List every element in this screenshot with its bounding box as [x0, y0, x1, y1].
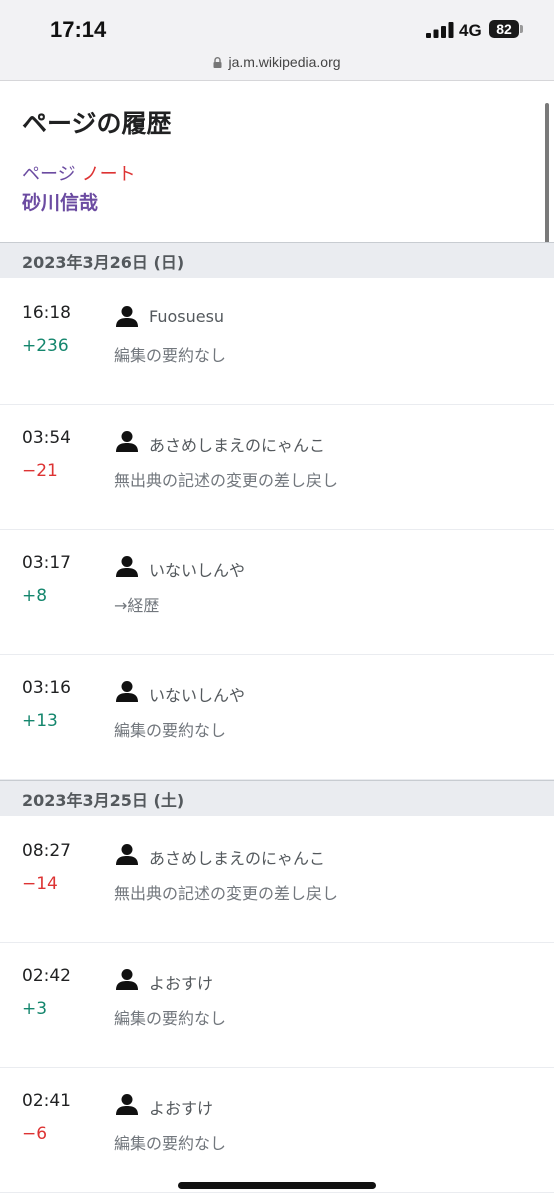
entry-summary: 無出典の記述の変更の差し戻し: [114, 471, 339, 490]
user-icon: [116, 680, 138, 702]
battery-icon: 82: [489, 20, 519, 38]
article-link[interactable]: 砂川信哉: [22, 188, 98, 215]
entry-byte-delta: −14: [22, 874, 58, 894]
history-entry[interactable]: 16:18 +236 Fuosuesu 編集の要約なし: [0, 280, 554, 405]
status-bar: 17:14 4G 82 ja.m.wikipedia.org: [0, 0, 554, 81]
entry-summary: 編集の要約なし: [114, 1134, 227, 1153]
entry-user[interactable]: あさめしまえのにゃんこ: [149, 845, 325, 869]
url-text: ja.m.wikipedia.org: [228, 54, 341, 70]
history-entry[interactable]: 03:16 +13 いないしんや編集の要約なし: [0, 655, 554, 780]
date-header: 2023年3月26日 (日): [0, 242, 554, 278]
status-time: 17:14: [50, 17, 107, 42]
battery-nub: [520, 25, 523, 33]
entry-summary: 編集の要約なし: [114, 721, 227, 740]
entry-user[interactable]: よおすけ: [149, 1095, 213, 1119]
address-bar[interactable]: ja.m.wikipedia.org: [0, 50, 554, 74]
entry-user[interactable]: あさめしまえのにゃんこ: [149, 432, 325, 456]
entry-byte-delta: +13: [22, 711, 58, 731]
home-indicator[interactable]: [178, 1182, 376, 1189]
entry-time[interactable]: 03:17: [22, 553, 71, 573]
date-header: 2023年3月25日 (土): [0, 780, 554, 816]
entry-byte-delta: −6: [22, 1124, 48, 1144]
tab-talk[interactable]: ノート: [82, 164, 136, 185]
history-entry[interactable]: 02:42 +3 よおすけ編集の要約なし: [0, 943, 554, 1068]
entry-byte-delta: +3: [22, 999, 48, 1019]
user-icon: [116, 1093, 138, 1115]
user-icon: [116, 555, 138, 577]
entry-time[interactable]: 02:41: [22, 1091, 71, 1111]
entry-user[interactable]: いないしんや: [149, 682, 245, 706]
entry-time[interactable]: 02:42: [22, 966, 71, 986]
entry-time[interactable]: 03:54: [22, 428, 71, 448]
entry-byte-delta: +8: [22, 586, 48, 606]
user-icon: [116, 430, 138, 452]
entry-user[interactable]: よおすけ: [149, 970, 213, 994]
entry-summary: 編集の要約なし: [114, 1009, 227, 1028]
user-icon: [116, 968, 138, 990]
entry-time[interactable]: 08:27: [22, 841, 71, 861]
tab-page[interactable]: ページ: [22, 164, 76, 185]
lock-icon: [213, 56, 222, 68]
entry-summary: 無出典の記述の変更の差し戻し: [114, 884, 339, 903]
entry-user[interactable]: Fuosuesu: [149, 307, 224, 326]
user-icon: [116, 843, 138, 865]
history-entry[interactable]: 03:54 −21 あさめしまえのにゃんこ無出典の記述の変更の差し戻し: [0, 405, 554, 530]
entry-user[interactable]: いないしんや: [149, 557, 245, 581]
page-tabs: ページ ノート: [22, 160, 136, 186]
history-entry[interactable]: 02:41 −6 よおすけ編集の要約なし: [0, 1068, 554, 1193]
page-title: ページの履歴: [22, 109, 172, 138]
entry-time[interactable]: 16:18: [22, 303, 71, 323]
history-entry[interactable]: 08:27 −14 あさめしまえのにゃんこ無出典の記述の変更の差し戻し: [0, 818, 554, 943]
entry-byte-delta: +236: [22, 336, 69, 356]
history-entry[interactable]: 03:17 +8 いないしんや →経歴: [0, 530, 554, 655]
entry-summary: →経歴: [114, 596, 160, 615]
signal-icon: [426, 22, 454, 38]
entry-time[interactable]: 03:16: [22, 678, 71, 698]
user-icon: [116, 305, 138, 327]
entry-summary: 編集の要約なし: [114, 346, 227, 365]
entry-byte-delta: −21: [22, 461, 58, 481]
network-type: 4G: [459, 21, 482, 40]
